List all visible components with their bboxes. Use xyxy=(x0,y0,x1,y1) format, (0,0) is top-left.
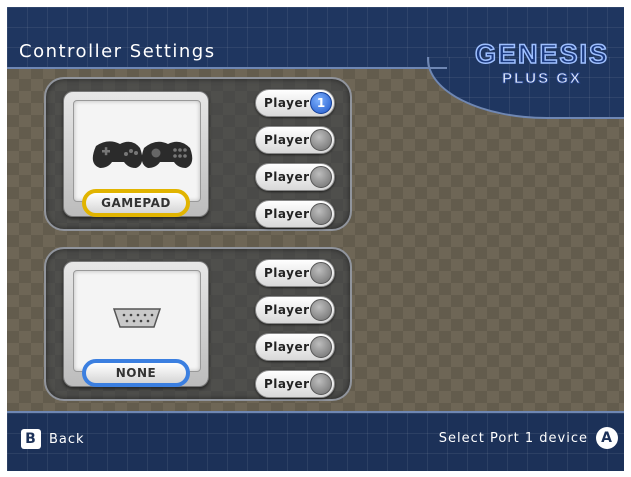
player-number-badge xyxy=(310,203,332,225)
port-1-player-slot-4[interactable]: Player xyxy=(255,200,335,228)
logo-line2: PLUS GX xyxy=(502,70,582,88)
port-1-device-label[interactable]: GAMEPAD xyxy=(82,189,190,217)
player-label: Player xyxy=(264,170,310,184)
player-number-badge xyxy=(310,336,332,358)
screen: Controller Settings GENESIS PLUS GX GAME… xyxy=(7,7,624,471)
genesis-plus-gx-logo: GENESIS PLUS GX xyxy=(462,39,622,100)
port-2-player-slot-2[interactable]: Player xyxy=(255,296,335,324)
port-1-device-button[interactable]: GAMEPAD xyxy=(63,91,209,217)
player-label: Player xyxy=(264,133,310,147)
port-2-player-slot-4[interactable]: Player xyxy=(255,370,335,398)
port-1-player-slot-2[interactable]: Player xyxy=(255,126,335,154)
port-2-player-slot-1[interactable]: Player xyxy=(255,259,335,287)
player-number-badge xyxy=(310,166,332,188)
port-1-player-slot-1[interactable]: Player 1 xyxy=(255,89,335,117)
port-2-device-button[interactable]: NONE xyxy=(63,261,209,387)
player-label: Player xyxy=(264,207,310,221)
genesis-gamepad-icon xyxy=(92,141,193,168)
player-number-badge: 1 xyxy=(310,92,332,114)
b-button-icon: B xyxy=(21,429,41,449)
player-label: Player xyxy=(264,266,310,280)
port-2-panel: NONE Player Player Player Player xyxy=(44,247,352,401)
player-number-badge xyxy=(310,299,332,321)
port-2-device-display xyxy=(73,270,201,372)
player-number-badge xyxy=(310,373,332,395)
port-2-device-label[interactable]: NONE xyxy=(82,359,190,387)
port-2-player-slot-3[interactable]: Player xyxy=(255,333,335,361)
player-label: Player xyxy=(264,377,310,391)
page-title: Controller Settings xyxy=(19,41,216,62)
port-1-player-slot-3[interactable]: Player xyxy=(255,163,335,191)
select-device-hint[interactable]: Select Port 1 device A xyxy=(439,427,618,449)
port-1-panel: GAMEPAD Player 1 Player Player Player xyxy=(44,77,352,231)
port-1-device-display xyxy=(73,100,201,202)
logo-line1: GENESIS xyxy=(474,39,610,69)
player-number-badge xyxy=(310,129,332,151)
back-button[interactable]: B Back xyxy=(21,429,85,449)
player-label: Player xyxy=(264,96,310,110)
back-label: Back xyxy=(49,431,85,447)
header-divider xyxy=(7,67,447,69)
select-device-label: Select Port 1 device xyxy=(438,430,588,446)
db9-port-icon xyxy=(112,308,162,328)
a-button-icon: A xyxy=(596,427,618,449)
player-label: Player xyxy=(264,303,310,317)
player-label: Player xyxy=(264,340,310,354)
player-number-badge xyxy=(310,262,332,284)
